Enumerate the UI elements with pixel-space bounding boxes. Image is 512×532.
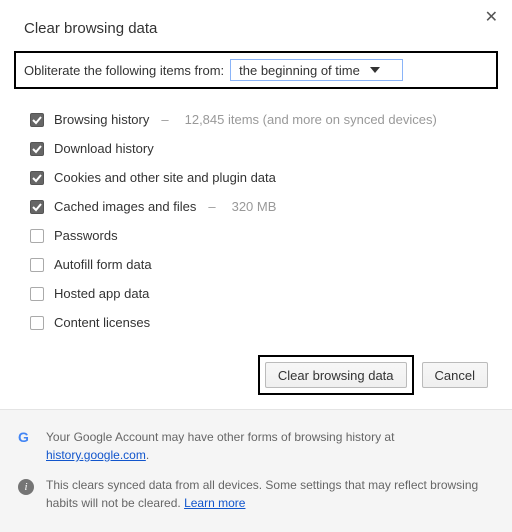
option-label: Hosted app data (54, 286, 149, 301)
option-label: Passwords (54, 228, 118, 243)
checkbox-cached[interactable] (30, 200, 44, 214)
chevron-down-icon (370, 67, 380, 73)
checkbox-content-licenses[interactable] (30, 316, 44, 330)
footer-text-2: This clears synced data from all devices… (46, 476, 494, 512)
option-suffix: 12,845 items (and more on synced devices… (185, 112, 437, 127)
option-label: Download history (54, 141, 154, 156)
checkbox-browsing-history[interactable] (30, 113, 44, 127)
option-label: Browsing history (54, 112, 149, 127)
obliterate-label: Obliterate the following items from: (24, 63, 224, 78)
checkbox-download-history[interactable] (30, 142, 44, 156)
history-google-link[interactable]: history.google.com (46, 448, 146, 462)
option-row-passwords: Passwords (30, 221, 488, 250)
option-row-download-history: Download history (30, 134, 488, 163)
option-row-browsing-history: Browsing history–12,845 items (and more … (30, 105, 488, 134)
checkbox-hosted-app[interactable] (30, 287, 44, 301)
checkbox-cookies[interactable] (30, 171, 44, 185)
option-row-hosted-app: Hosted app data (30, 279, 488, 308)
clear-browsing-data-button[interactable]: Clear browsing data (265, 362, 407, 388)
checkbox-passwords[interactable] (30, 229, 44, 243)
option-suffix: 320 MB (232, 199, 277, 214)
option-label: Content licenses (54, 315, 150, 330)
dialog-title: Clear browsing data (0, 0, 512, 51)
option-row-content-licenses: Content licenses (30, 308, 488, 337)
close-icon[interactable]: ✕ (485, 10, 498, 26)
learn-more-link[interactable]: Learn more (184, 496, 245, 510)
options-list: Browsing history–12,845 items (and more … (0, 101, 512, 341)
footer-info-note: i This clears synced data from all devic… (18, 470, 494, 518)
footer-text-1: Your Google Account may have other forms… (46, 428, 494, 464)
button-row: Clear browsing data Cancel (0, 341, 512, 409)
google-logo-icon: G (18, 429, 34, 445)
option-row-cookies: Cookies and other site and plugin data (30, 163, 488, 192)
option-label: Cookies and other site and plugin data (54, 170, 276, 185)
option-label: Cached images and files (54, 199, 196, 214)
time-range-row: Obliterate the following items from: the… (14, 51, 498, 89)
option-row-autofill: Autofill form data (30, 250, 488, 279)
time-range-value: the beginning of time (239, 63, 360, 78)
cancel-button[interactable]: Cancel (422, 362, 488, 388)
option-label: Autofill form data (54, 257, 152, 272)
info-icon: i (18, 477, 34, 493)
clear-browsing-data-dialog: ✕ Clear browsing data Obliterate the fol… (0, 0, 512, 514)
primary-highlight: Clear browsing data (258, 355, 414, 395)
time-range-select[interactable]: the beginning of time (230, 59, 403, 81)
option-row-cached: Cached images and files–320 MB (30, 192, 488, 221)
checkbox-autofill[interactable] (30, 258, 44, 272)
footer-google-note: G Your Google Account may have other for… (18, 422, 494, 470)
